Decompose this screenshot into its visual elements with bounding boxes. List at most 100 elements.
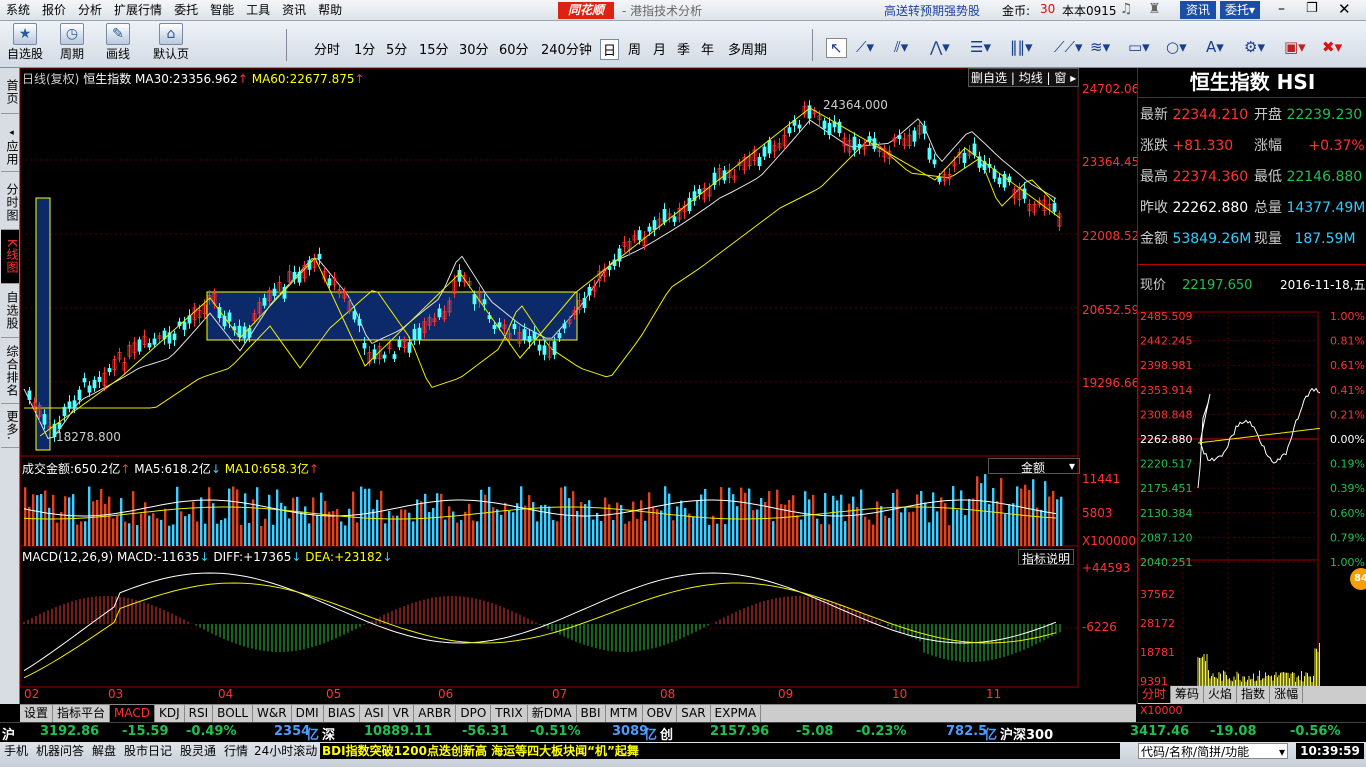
- period-multi[interactable]: 多周期: [728, 39, 767, 58]
- period-week[interactable]: 周: [628, 39, 641, 58]
- tab-asi[interactable]: ASI: [360, 705, 389, 722]
- minimize-icon[interactable]: –: [1278, 1, 1285, 17]
- tab-mtm[interactable]: MTM: [606, 705, 643, 722]
- default-page-button[interactable]: ⌂ 默认页: [150, 21, 192, 62]
- intraday-chart-svg[interactable]: 2485.509 2442.245 2398.981 2353.914 2308.848…: [1138, 298, 1366, 744]
- side-tab-kline[interactable]: K线图: [1, 230, 19, 284]
- menu-news[interactable]: 资讯: [276, 0, 312, 20]
- ad-link[interactable]: 高送转预期强势股: [884, 2, 980, 19]
- side-tab-apps[interactable]: ◂应用: [1, 120, 19, 172]
- draw-button[interactable]: ✎ 画线: [98, 21, 138, 62]
- tab-trix[interactable]: TRIX: [491, 705, 528, 722]
- menu-system[interactable]: 系统: [0, 0, 36, 20]
- period-60min[interactable]: 60分: [499, 39, 529, 58]
- restore-icon[interactable]: ❐: [1306, 1, 1318, 16]
- menu-help[interactable]: 帮助: [312, 0, 348, 20]
- float-badge[interactable]: 84: [1350, 568, 1366, 590]
- tab-kdj[interactable]: KDJ: [155, 705, 185, 722]
- status-phone[interactable]: 手机: [2, 743, 30, 759]
- status-diary[interactable]: 股市日记: [122, 743, 174, 759]
- menu-tools[interactable]: 工具: [240, 0, 276, 20]
- side-tab-watchlist[interactable]: 自选股: [1, 284, 19, 338]
- tab-bbi[interactable]: BBI: [577, 705, 606, 722]
- status-robot-qa[interactable]: 机器问答: [34, 743, 86, 759]
- period-15min[interactable]: 15分: [419, 39, 449, 58]
- period-30min[interactable]: 30分: [459, 39, 489, 58]
- close-icon[interactable]: ✕: [1338, 0, 1351, 18]
- tab-indicator-platform[interactable]: 指标平台: [53, 705, 111, 722]
- status-market[interactable]: 行情: [222, 743, 250, 759]
- period-1min[interactable]: 1分: [354, 39, 375, 58]
- search-input[interactable]: 代码/名称/简拼/功能 ▾: [1138, 743, 1288, 759]
- tab-vr[interactable]: VR: [389, 705, 415, 722]
- tab-obv[interactable]: OBV: [643, 705, 678, 722]
- shirt-icon[interactable]: ♜: [1148, 1, 1161, 17]
- bell-icon[interactable]: ♫: [1120, 1, 1133, 17]
- gann-tool-icon[interactable]: ‖‖▾: [1010, 38, 1033, 56]
- tab-expma[interactable]: EXPMA: [711, 705, 762, 722]
- save-tool-icon[interactable]: ▣▾: [1284, 38, 1306, 56]
- tab-rsi[interactable]: RSI: [185, 705, 214, 722]
- tab-dpo[interactable]: DPO: [456, 705, 492, 722]
- period-240min[interactable]: 240分钟: [541, 39, 592, 58]
- period-button[interactable]: ◷ 周期: [52, 21, 92, 62]
- tab-intraday[interactable]: 分时: [1138, 686, 1172, 703]
- trade-button[interactable]: 委托▾: [1220, 1, 1260, 19]
- ellipse-tool-icon[interactable]: ○▾: [1166, 38, 1187, 56]
- band-tool-icon[interactable]: ≋▾: [1090, 38, 1110, 56]
- tab-bias[interactable]: BIAS: [324, 705, 361, 722]
- tab-settings[interactable]: 设置: [20, 705, 54, 722]
- menu-smart[interactable]: 智能: [204, 0, 240, 20]
- period-day[interactable]: 日: [600, 39, 620, 60]
- arrow-right-icon[interactable]: ▸: [1070, 71, 1076, 85]
- channel-tool-icon[interactable]: ⟋⟋▾: [1054, 38, 1083, 56]
- side-tab-intraday[interactable]: 分时图: [1, 176, 19, 230]
- delete-tool-icon[interactable]: ✖▾: [1322, 38, 1342, 56]
- ma-button[interactable]: 均线: [1019, 71, 1043, 85]
- menu-trade[interactable]: 委托: [168, 0, 204, 20]
- tab-macd[interactable]: MACD: [110, 705, 156, 722]
- parallel-tool-icon[interactable]: ⫽▾: [894, 38, 908, 56]
- volume-selector[interactable]: 金额 ▾: [988, 458, 1080, 475]
- status-24h[interactable]: 24小时滚动: [252, 743, 319, 759]
- tab-newdma[interactable]: 新DMA: [528, 705, 577, 722]
- period-5min[interactable]: 5分: [386, 39, 407, 58]
- tab-flame[interactable]: 火焰: [1204, 686, 1238, 703]
- tab-arbr[interactable]: ARBR: [414, 705, 457, 722]
- tab-wr[interactable]: W&R: [253, 705, 292, 722]
- side-tab-ranking[interactable]: 综合排名: [1, 338, 19, 404]
- period-month[interactable]: 月: [653, 39, 666, 58]
- tab-gain[interactable]: 涨幅: [1270, 686, 1304, 703]
- volume-bar: [544, 504, 547, 546]
- side-tab-more[interactable]: 更多.: [1, 404, 19, 448]
- cursor-icon[interactable]: ↖: [826, 38, 847, 58]
- tab-sar[interactable]: SAR: [677, 705, 711, 722]
- news-button[interactable]: 资讯: [1180, 1, 1216, 19]
- tab-boll[interactable]: BOLL: [213, 705, 254, 722]
- text-tool-icon[interactable]: A▾: [1206, 38, 1224, 56]
- indicator-help-button[interactable]: 指标说明: [1018, 549, 1075, 566]
- status-analysis[interactable]: 解盘: [90, 743, 118, 759]
- user-name[interactable]: 本本0915: [1062, 2, 1117, 19]
- menu-quote[interactable]: 报价: [36, 0, 72, 20]
- status-stock-link[interactable]: 股灵通: [178, 743, 218, 759]
- settings-tool-icon[interactable]: ⚙▾: [1244, 38, 1265, 56]
- period-minute[interactable]: 分时: [314, 39, 340, 58]
- watchlist-button[interactable]: ★ 自选股: [6, 21, 44, 62]
- remove-watch-button[interactable]: 删自选: [971, 71, 1007, 85]
- tab-chips[interactable]: 筹码: [1171, 686, 1205, 703]
- side-tab-home[interactable]: 首页: [1, 70, 19, 114]
- period-quarter[interactable]: 季: [677, 39, 690, 58]
- kline-chart-svg[interactable]: [20, 68, 1136, 704]
- fib-tool-icon[interactable]: ☰▾: [970, 38, 991, 56]
- tab-dmi[interactable]: DMI: [292, 705, 324, 722]
- rect-tool-icon[interactable]: ▭▾: [1128, 38, 1150, 56]
- menu-ext-quote[interactable]: 扩展行情: [108, 0, 168, 20]
- window-button[interactable]: 窗: [1054, 71, 1066, 85]
- menu-analysis[interactable]: 分析: [72, 0, 108, 20]
- period-year[interactable]: 年: [701, 39, 714, 58]
- line-tool-icon[interactable]: ⟋▾: [856, 38, 874, 56]
- news-scroller[interactable]: BDI指数突破1200点迭创新高 海运等四大板块闻“机”起舞: [320, 743, 1120, 759]
- wave-tool-icon[interactable]: ⋀▾: [930, 38, 950, 56]
- tab-index[interactable]: 指数: [1237, 686, 1271, 703]
